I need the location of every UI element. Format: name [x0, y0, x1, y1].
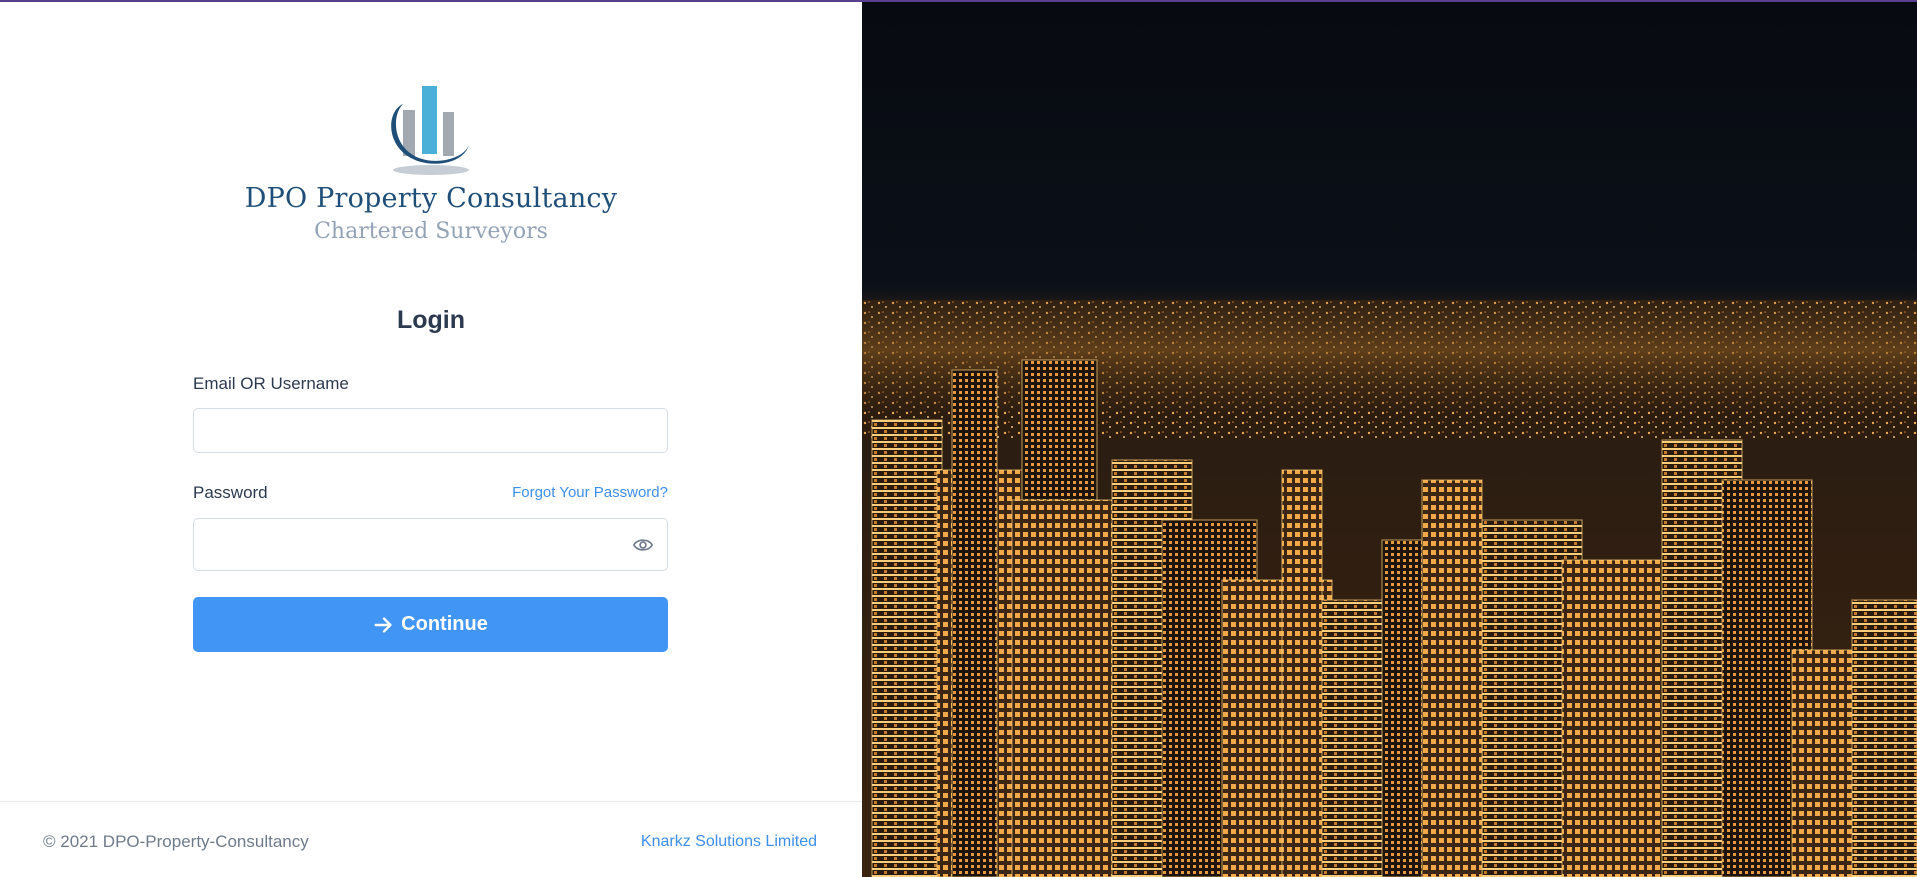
logo-icon — [391, 86, 469, 175]
page-title: Login — [396, 306, 466, 334]
skyline-tower — [1851, 599, 1917, 877]
password-input[interactable] — [193, 518, 668, 571]
skyline-tower — [951, 369, 998, 877]
continue-label: Continue — [401, 613, 488, 635]
brand-tagline: Chartered Surveyors — [314, 219, 548, 244]
skyline-tower — [1281, 469, 1323, 877]
skyline-tower — [1421, 479, 1483, 877]
continue-button[interactable]: Continue — [193, 597, 668, 652]
login-panel: DPO Property Consultancy Chartered Surve… — [0, 0, 862, 877]
password-label: Password — [193, 483, 268, 502]
skyline-tower — [1011, 499, 1123, 877]
copyright-text: © 2021 DPO-Property-Consultancy — [43, 832, 309, 851]
skyline-illustration — [862, 0, 1917, 877]
brand-name: DPO Property Consultancy — [244, 183, 618, 214]
city-night-skyline-image — [862, 0, 1917, 877]
brand-logo: DPO Property Consultancy Chartered Surve… — [0, 84, 862, 248]
top-accent-bar — [0, 0, 1917, 2]
skyline-tower — [871, 419, 943, 877]
vendor-link[interactable]: Knarkz Solutions Limited — [560, 831, 817, 853]
arrow-right-icon — [374, 616, 392, 633]
forgot-password-link[interactable]: Forgot Your Password? — [505, 483, 668, 503]
footer-divider — [0, 801, 862, 802]
email-label: Email OR Username — [193, 374, 349, 393]
email-input[interactable] — [193, 408, 668, 453]
eye-icon[interactable] — [632, 535, 654, 555]
skyline-tower — [1561, 559, 1673, 877]
